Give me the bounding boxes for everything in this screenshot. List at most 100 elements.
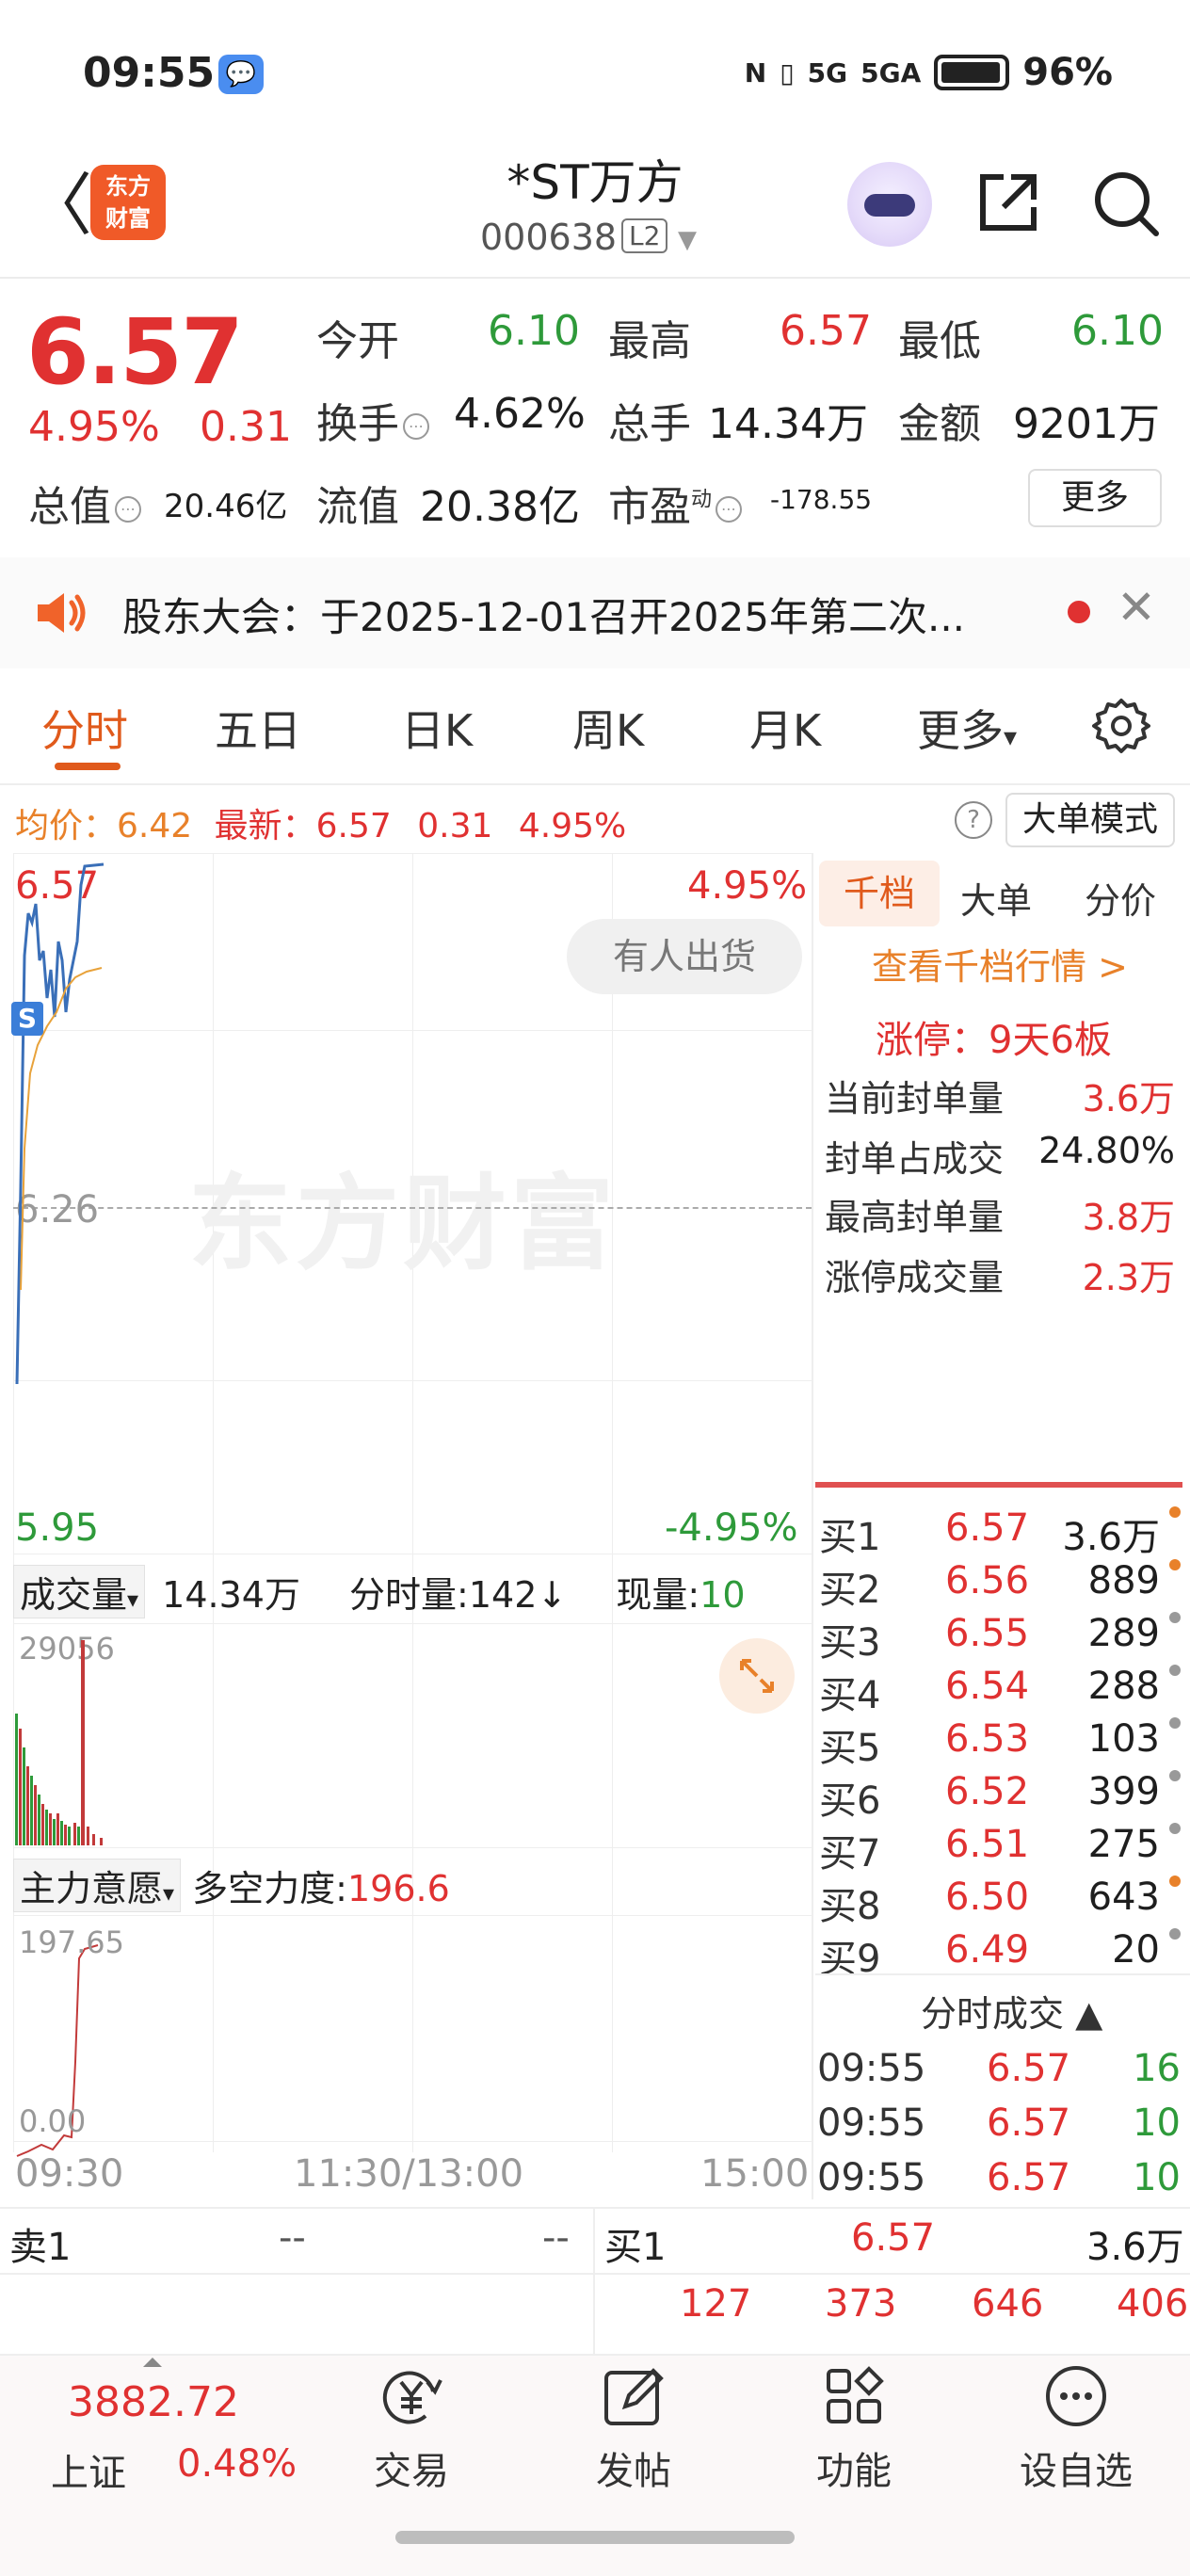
bid-level-row[interactable]: 买8 6.50 643 xyxy=(819,1872,1186,1928)
bid-level-row[interactable]: 买1 6.57 3.6万 xyxy=(819,1503,1186,1559)
volume-value: 14.34万 xyxy=(708,400,868,448)
header-divider xyxy=(0,277,1190,279)
force-label: 多空力度: xyxy=(192,1868,347,1909)
edit-icon xyxy=(604,2368,664,2425)
bid1-price: 6.57 xyxy=(851,2216,936,2260)
bid-level-row[interactable]: 买9 6.49 20 xyxy=(819,1924,1186,1981)
summary-vertical-divider xyxy=(593,2209,595,2354)
chart-lines xyxy=(15,862,105,2157)
force-selector[interactable]: 主力意愿▾ xyxy=(13,1859,182,1912)
bid-level-volume: 643 xyxy=(1087,1876,1160,1919)
seal-ratio-value: 24.80% xyxy=(1038,1130,1175,1171)
pe-label: 市盈动 ⋯ xyxy=(608,473,746,533)
index-value[interactable]: 3882.72 xyxy=(68,2378,239,2426)
vibrate-icon: ▯ xyxy=(780,56,795,89)
queue-order: 127 xyxy=(680,2282,752,2326)
bid-level-dot xyxy=(1169,1612,1181,1623)
info-icon[interactable]: ⋯ xyxy=(403,413,429,440)
bid-level-volume: 275 xyxy=(1087,1823,1160,1866)
bid-level-label: 买6 xyxy=(819,1779,881,1823)
tab-more-label: 更多 xyxy=(917,705,1004,756)
home-indicator[interactable] xyxy=(395,2531,795,2544)
high-value: 6.57 xyxy=(780,307,872,355)
ai-assistant-icon[interactable] xyxy=(847,162,932,247)
seal-ratio-label: 封单占成交 xyxy=(825,1138,1005,1180)
expand-icon[interactable] xyxy=(719,1638,795,1714)
tick-volume: 10 xyxy=(1133,2101,1181,2145)
turnover-label: 换手 ⋯ xyxy=(316,390,433,450)
tab-daily-k[interactable]: 日K xyxy=(401,697,473,759)
big-order-mode-button[interactable]: 大单模式 xyxy=(1005,793,1175,847)
speaker-icon xyxy=(38,593,86,633)
low-label: 最低 xyxy=(898,317,981,365)
tab-divider xyxy=(0,783,1190,785)
tab-intraday[interactable]: 分时 xyxy=(41,697,128,759)
gear-icon[interactable] xyxy=(1092,697,1150,755)
tab-weekly-k[interactable]: 周K xyxy=(572,697,644,759)
bid-level-row[interactable]: 买5 6.53 103 xyxy=(819,1714,1186,1770)
bid-level-row[interactable]: 买4 6.54 288 xyxy=(819,1661,1186,1717)
current-volume-label: 现量: xyxy=(616,1574,700,1616)
volume-bar xyxy=(45,1810,48,1845)
volume-bar xyxy=(64,1825,67,1845)
volume-bar xyxy=(68,1827,71,1845)
bid-level-volume: 20 xyxy=(1112,1928,1160,1972)
volume-selector[interactable]: 成交量▾ xyxy=(13,1565,146,1618)
tab-big-orders[interactable]: 大单 xyxy=(960,872,1032,924)
tab-price-distribution[interactable]: 分价 xyxy=(1085,872,1156,924)
bid-level-price: 6.51 xyxy=(945,1823,1030,1866)
bid-level-dot xyxy=(1169,1559,1181,1570)
nav-watchlist[interactable]: 设自选 xyxy=(1005,2363,1147,2495)
tick-time: 09:55 xyxy=(817,2101,926,2145)
index-name[interactable]: 上证 xyxy=(51,2442,126,2497)
signal-5ga-icon: 5GA xyxy=(860,56,922,89)
price-line xyxy=(15,862,105,1385)
volume-bars xyxy=(15,1640,103,1845)
search-icon[interactable] xyxy=(1090,168,1162,239)
close-icon[interactable]: ✕ xyxy=(1117,580,1156,635)
sell-signal-marker[interactable]: S xyxy=(11,1002,43,1036)
info-icon[interactable]: ⋯ xyxy=(716,496,743,523)
chevron-down-icon: ▾ xyxy=(1004,721,1018,752)
level2-badge[interactable]: L2 xyxy=(621,218,668,253)
amount-value: 9201万 xyxy=(1013,400,1160,448)
info-icon[interactable]: ⋯ xyxy=(115,496,141,523)
index-percent[interactable]: 0.48% xyxy=(177,2442,297,2486)
help-icon[interactable]: ? xyxy=(955,801,992,839)
grid-icon xyxy=(827,2366,884,2423)
volume-bar xyxy=(38,1795,40,1845)
market-cap-label: 总值 ⋯ xyxy=(28,473,145,533)
current-price: 6.57 xyxy=(26,299,244,405)
tab-five-day[interactable]: 五日 xyxy=(215,697,301,759)
more-quote-button[interactable]: 更多 xyxy=(1028,469,1162,527)
bid-level-dot xyxy=(1169,1823,1181,1834)
bid-level-price: 6.54 xyxy=(945,1665,1030,1708)
chevron-up-icon[interactable] xyxy=(143,2358,162,2367)
share-icon[interactable] xyxy=(975,169,1041,235)
tab-thousand-levels[interactable]: 千档 xyxy=(819,861,940,926)
view-thousand-levels-link[interactable]: 查看千档行情 > xyxy=(872,938,1128,990)
bid-level-label: 买1 xyxy=(819,1516,881,1559)
float-cap-label: 流值 xyxy=(316,483,399,531)
chevron-down-icon[interactable]: ▼ xyxy=(678,226,697,254)
tick-time: 09:55 xyxy=(817,2047,926,2090)
volume-header: 成交量▾ 14.34万 分时量:142↓ 现量:10 xyxy=(13,1565,812,1618)
ticks-title[interactable]: 分时成交 ▲ xyxy=(921,1985,1102,2037)
nav-trade[interactable]: 交易 xyxy=(341,2363,482,2495)
signal-5g-icon: 5G xyxy=(807,56,848,89)
nav-functions[interactable]: 功能 xyxy=(783,2363,925,2495)
tab-monthly-k[interactable]: 月K xyxy=(749,697,821,759)
battery-percent: 96% xyxy=(1022,51,1113,94)
notice-text[interactable]: 股东大会：于2025-12-01召开2025年第二次... xyxy=(122,586,1036,643)
tab-more[interactable]: 更多▾ xyxy=(917,697,1017,759)
bid-level-price: 6.49 xyxy=(945,1928,1030,1972)
stock-code[interactable]: 000638 xyxy=(480,217,617,258)
bid-level-row[interactable]: 买7 6.51 275 xyxy=(819,1819,1186,1876)
latest-price: 6.57 xyxy=(315,807,392,845)
bid-level-price: 6.52 xyxy=(945,1770,1030,1813)
bid-level-row[interactable]: 买3 6.55 289 xyxy=(819,1608,1186,1665)
bid-level-row[interactable]: 买6 6.52 399 xyxy=(819,1766,1186,1823)
nav-post[interactable]: 发帖 xyxy=(563,2363,704,2495)
bid-level-dot xyxy=(1169,1717,1181,1729)
bid-level-row[interactable]: 买2 6.56 889 xyxy=(819,1555,1186,1612)
